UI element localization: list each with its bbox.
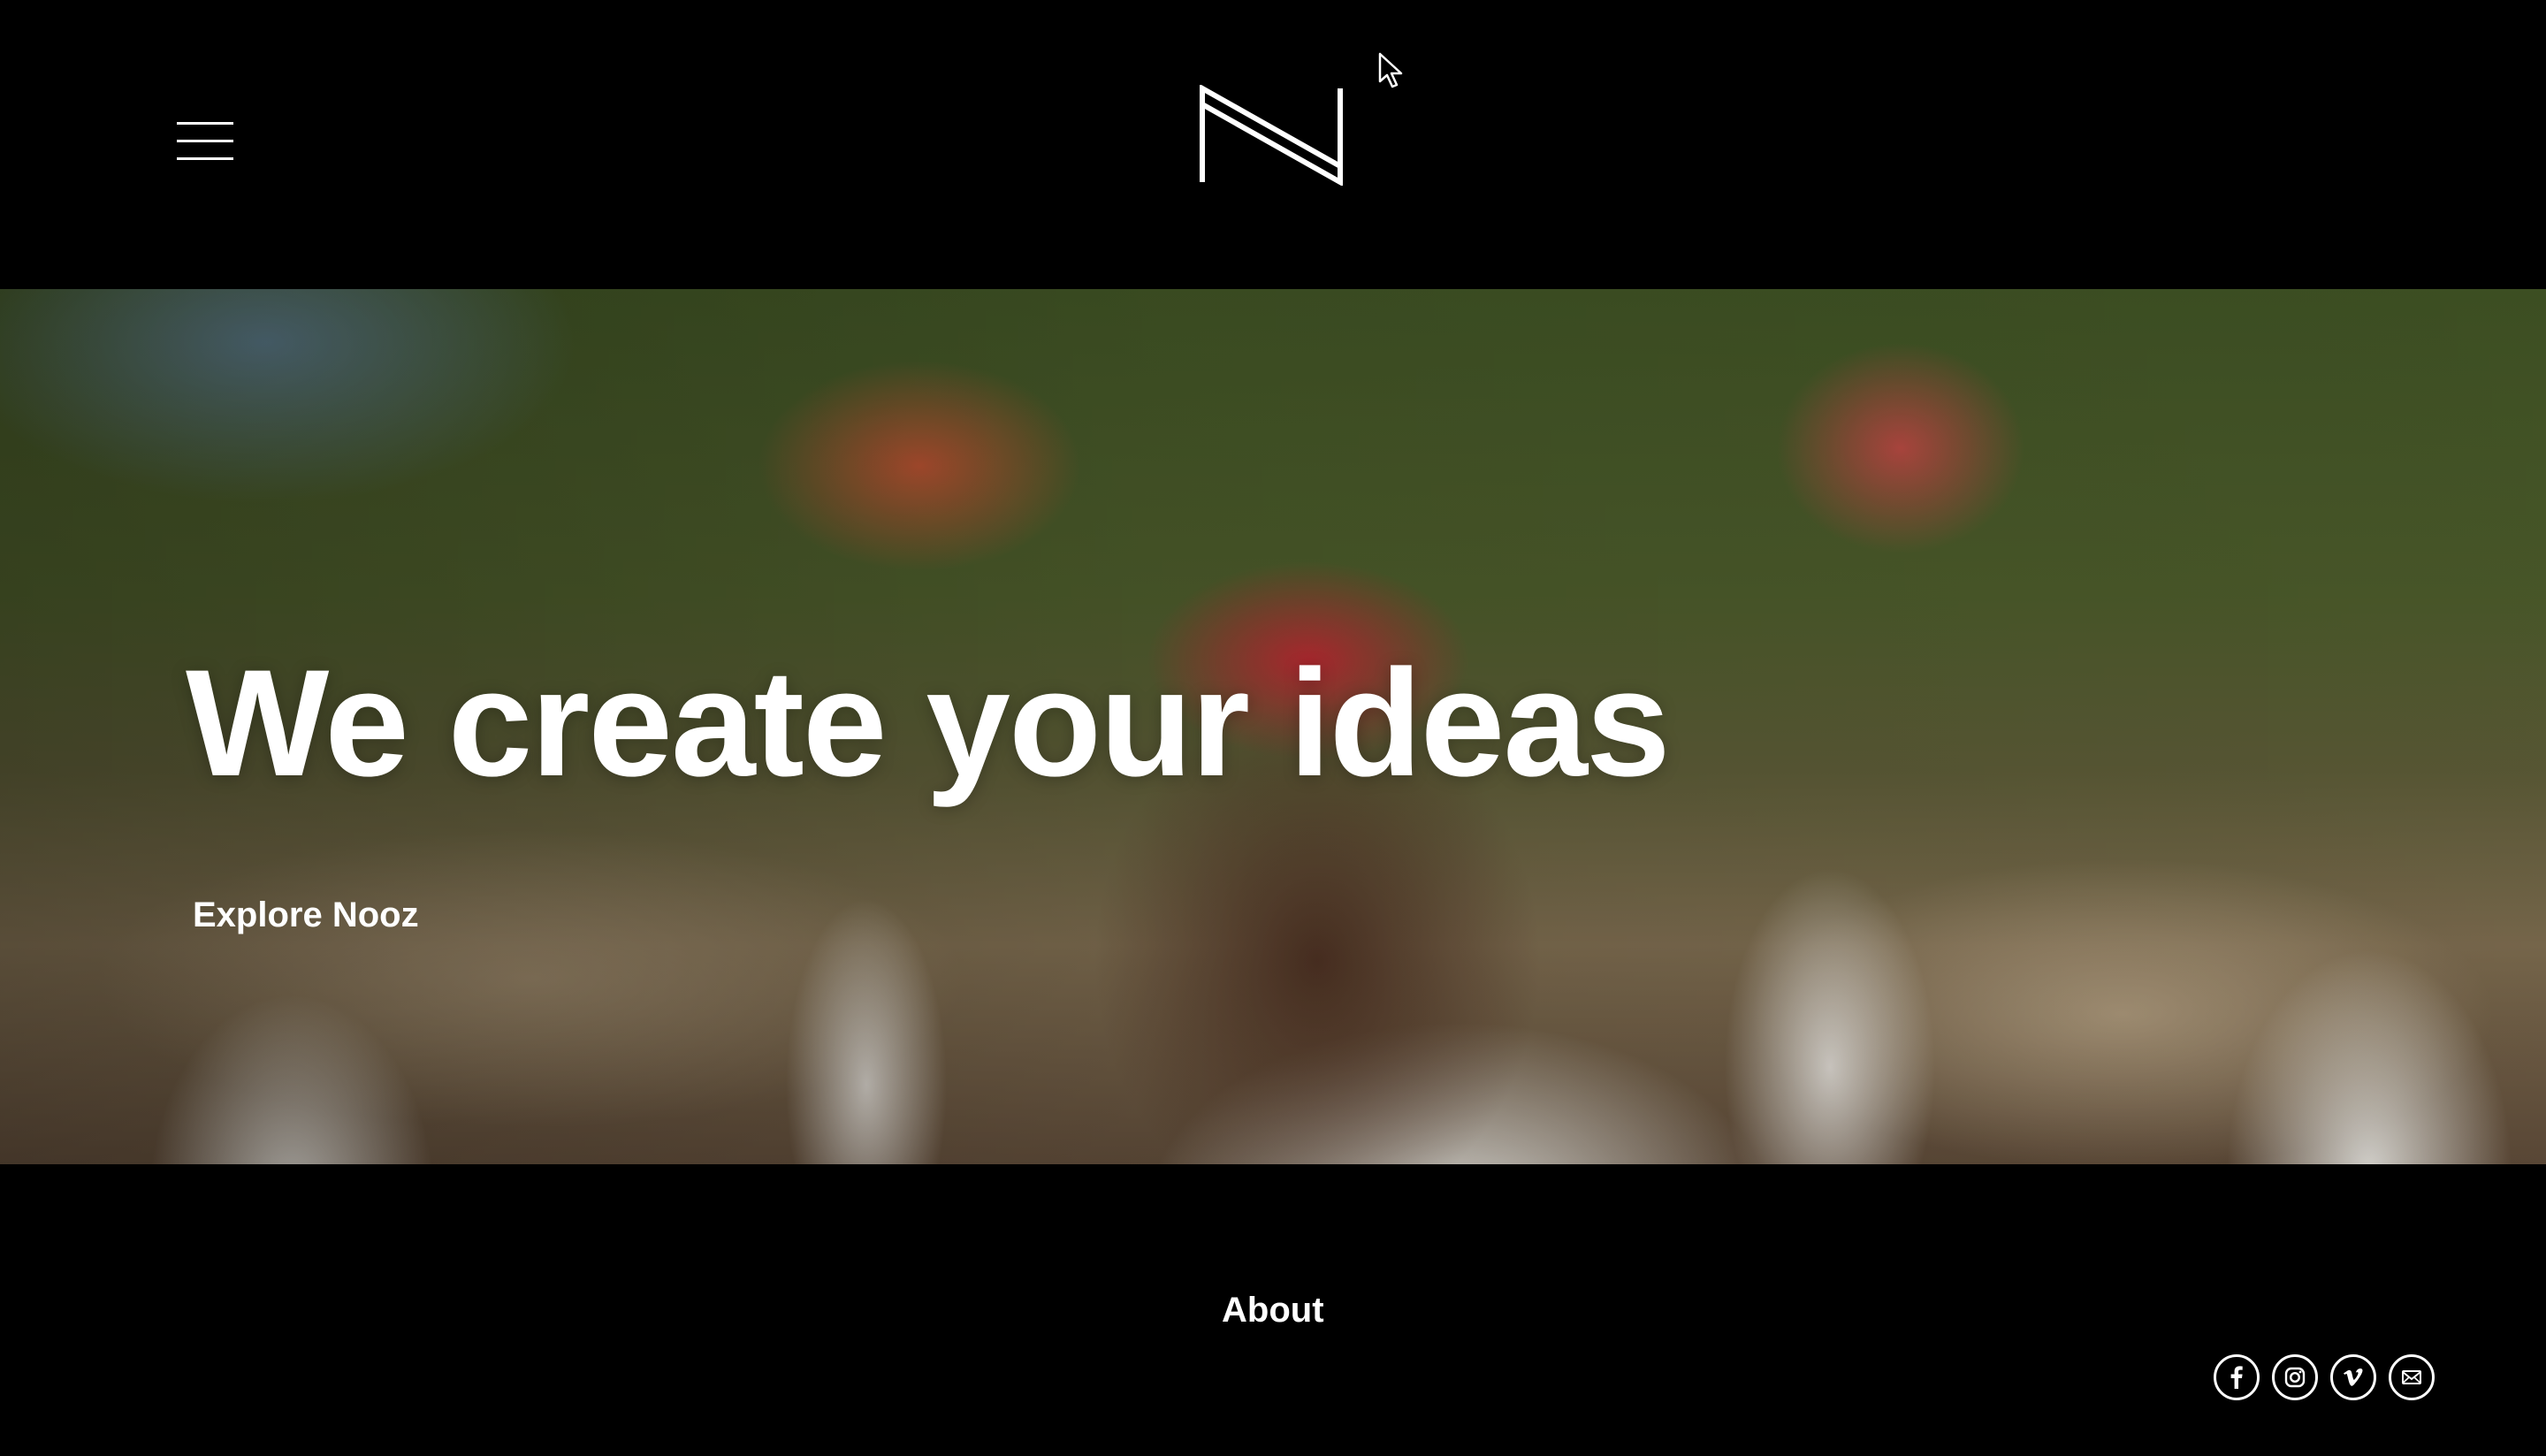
hamburger-menu-icon[interactable] xyxy=(177,120,233,164)
vimeo-icon[interactable] xyxy=(2330,1354,2376,1400)
nooz-logo-icon[interactable] xyxy=(1199,85,1345,186)
mouse-cursor-icon xyxy=(1378,52,1403,88)
page: We create your ideas Explore Nooz About xyxy=(0,0,2546,1456)
social-links xyxy=(2214,1354,2435,1400)
hero-banner: We create your ideas Explore Nooz xyxy=(0,289,2546,1164)
menu-bar-top xyxy=(177,122,233,125)
menu-bar-middle xyxy=(177,140,233,142)
instagram-icon[interactable] xyxy=(2272,1354,2318,1400)
hero-headline: We create your ideas xyxy=(186,638,1671,808)
explore-nooz-link[interactable]: Explore Nooz xyxy=(193,896,419,935)
email-icon[interactable] xyxy=(2389,1354,2435,1400)
about-link[interactable]: About xyxy=(1222,1291,1324,1330)
facebook-icon[interactable] xyxy=(2214,1354,2260,1400)
menu-bar-bottom xyxy=(177,157,233,160)
